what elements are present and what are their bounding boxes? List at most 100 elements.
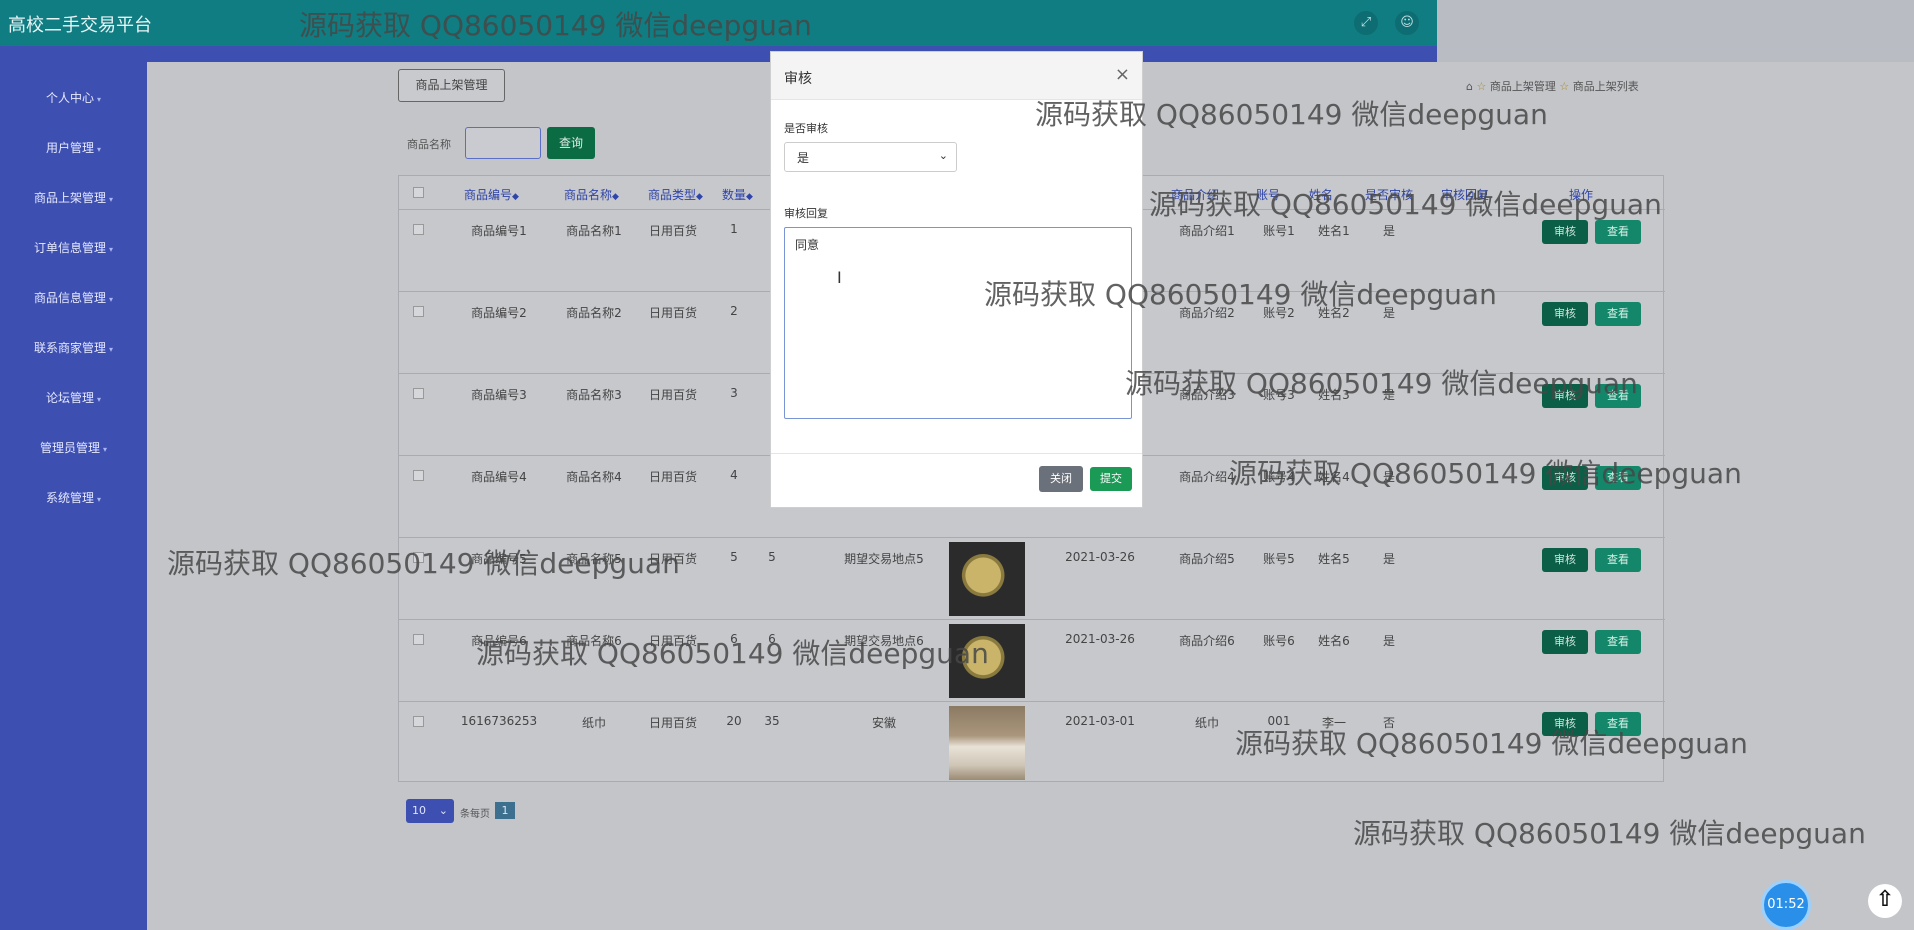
sidebar-item-products[interactable]: 商品信息管理 ▾ xyxy=(0,289,147,306)
timer-badge[interactable]: 01:52 xyxy=(1761,880,1811,930)
cell-code: 商品编号5 xyxy=(471,552,527,566)
chevron-down-icon: ▾ xyxy=(97,95,102,104)
cell-price: 5 xyxy=(768,550,776,564)
cell-account: 账号5 xyxy=(1263,552,1295,566)
header-strip xyxy=(0,46,1437,62)
chevron-down-icon: ▾ xyxy=(97,145,102,154)
audit-status-select[interactable]: 是 ⌄ xyxy=(784,142,957,172)
cell-audited: 是 xyxy=(1382,224,1395,238)
page-size-select[interactable]: 10 ⌄ xyxy=(406,799,454,823)
cell-type: 日用百货 xyxy=(648,470,697,484)
view-button[interactable]: 查看 xyxy=(1595,466,1641,490)
header-reply[interactable]: 审核回复 xyxy=(1441,186,1489,203)
sort-icon: ◆ xyxy=(512,192,519,202)
sidebar-item-listing[interactable]: 商品上架管理 ▾ xyxy=(0,189,147,206)
cell-account: 账号4 xyxy=(1263,470,1295,484)
header-person[interactable]: 姓名 xyxy=(1309,186,1333,203)
cell-person: 姓名6 xyxy=(1318,634,1350,648)
header-qty[interactable]: 数量◆ xyxy=(722,186,753,203)
sidebar-item-personal-center[interactable]: 个人中心 ▾ xyxy=(0,89,147,106)
breadcrumb-level2: 商品上架列表 xyxy=(1572,80,1639,93)
row-checkbox[interactable] xyxy=(413,470,424,481)
audit-button[interactable]: 审核 xyxy=(1542,548,1588,572)
page-button-1[interactable]: 1 xyxy=(495,802,515,819)
audit-button[interactable]: 审核 xyxy=(1542,466,1588,490)
header-name[interactable]: 商品名称◆ xyxy=(564,186,619,203)
select-all-checkbox[interactable] xyxy=(413,187,424,198)
view-button[interactable]: 查看 xyxy=(1595,630,1641,654)
product-thumbnail xyxy=(949,624,1025,698)
sidebar-item-forum[interactable]: 论坛管理 ▾ xyxy=(0,389,147,406)
cell-price: 35 xyxy=(764,714,780,728)
section-button[interactable]: 商品上架管理 xyxy=(398,69,505,102)
cell-audited: 是 xyxy=(1382,470,1395,484)
cell-account: 账号2 xyxy=(1263,306,1295,320)
chevron-down-icon: ▾ xyxy=(109,295,114,304)
row-checkbox[interactable] xyxy=(413,634,424,645)
cell-qty: 2 xyxy=(730,304,738,318)
cell-date: 2021-03-26 xyxy=(1065,632,1135,646)
chevron-down-icon: ▾ xyxy=(97,495,102,504)
cell-audited: 是 xyxy=(1382,634,1395,648)
audit-button[interactable]: 审核 xyxy=(1542,712,1588,736)
chevron-down-icon: ▾ xyxy=(109,345,114,354)
view-button[interactable]: 查看 xyxy=(1595,302,1641,326)
view-button[interactable]: 查看 xyxy=(1595,384,1641,408)
row-checkbox[interactable] xyxy=(413,716,424,727)
table-row: 商品编号5 商品名称5 日用百货 5 5 期望交易地点5 2021-03-26 商品介绍5 账号… xyxy=(399,537,1665,619)
sort-icon: ◆ xyxy=(696,192,703,202)
header-intro[interactable]: 商品介绍 xyxy=(1171,186,1219,203)
audit-button[interactable]: 审核 xyxy=(1542,384,1588,408)
view-button[interactable]: 查看 xyxy=(1595,548,1641,572)
cell-intro: 商品介绍2 xyxy=(1179,306,1235,320)
close-button[interactable]: 关闭 xyxy=(1039,466,1083,492)
header-account[interactable]: 账号 xyxy=(1256,186,1280,203)
cell-price: 6 xyxy=(768,632,776,646)
close-icon[interactable]: × xyxy=(1115,64,1130,85)
view-button[interactable]: 查看 xyxy=(1595,220,1641,244)
sidebar-item-users[interactable]: 用户管理 ▾ xyxy=(0,139,147,156)
row-checkbox[interactable] xyxy=(413,306,424,317)
sidebar-item-orders[interactable]: 订单信息管理 ▾ xyxy=(0,239,147,256)
search-input[interactable] xyxy=(465,127,541,159)
cell-code: 商品编号4 xyxy=(471,470,527,484)
audit-button[interactable]: 审核 xyxy=(1542,302,1588,326)
user-icon[interactable]: ☺ xyxy=(1395,11,1419,35)
row-checkbox[interactable] xyxy=(413,388,424,399)
sidebar-item-admins[interactable]: 管理员管理 ▾ xyxy=(0,439,147,456)
cell-intro: 商品介绍1 xyxy=(1179,224,1235,238)
header-actions: 操作 xyxy=(1569,188,1594,202)
audit-button[interactable]: 审核 xyxy=(1542,630,1588,654)
sidebar-item-contact[interactable]: 联系商家管理 ▾ xyxy=(0,339,147,356)
header-code[interactable]: 商品编号◆ xyxy=(464,186,519,203)
home-icon[interactable]: ⌂ xyxy=(1466,80,1473,93)
expand-icon[interactable]: ⤢ xyxy=(1354,11,1378,35)
query-button[interactable]: 查询 xyxy=(547,127,595,159)
view-button[interactable]: 查看 xyxy=(1595,712,1641,736)
cell-intro: 商品介绍3 xyxy=(1179,388,1235,402)
row-checkbox[interactable] xyxy=(413,224,424,235)
cell-qty: 1 xyxy=(730,222,738,236)
modal-header: 审核 × xyxy=(771,52,1142,100)
cell-code: 1616736253 xyxy=(460,714,538,728)
row-checkbox[interactable] xyxy=(413,552,424,563)
submit-button[interactable]: 提交 xyxy=(1090,467,1132,491)
cell-type: 日用百货 xyxy=(648,552,697,566)
header-audited[interactable]: 是否审核 xyxy=(1365,186,1413,203)
scroll-top-icon[interactable]: ⇧ xyxy=(1868,884,1902,918)
cell-place: 安徽 xyxy=(871,716,896,730)
header-type[interactable]: 商品类型◆ xyxy=(648,186,703,203)
sidebar: 个人中心 ▾ 用户管理 ▾ 商品上架管理 ▾ 订单信息管理 ▾ 商品信息管理 ▾ 联系商家… xyxy=(0,46,147,930)
breadcrumb-level1[interactable]: 商品上架管理 xyxy=(1490,80,1556,93)
audit-modal: 审核 × 是否审核 是 ⌄ 审核回复 同意 I 关闭 提交 xyxy=(770,51,1143,508)
table-row: 商品编号6 商品名称6 日用百货 6 6 期望交易地点6 2021-03-26 商品介绍6 账号… xyxy=(399,619,1665,701)
cell-account: 001 xyxy=(1267,714,1291,728)
cell-person: 姓名4 xyxy=(1318,470,1350,484)
sidebar-item-system[interactable]: 系统管理 ▾ xyxy=(0,489,147,506)
cell-account: 账号1 xyxy=(1263,224,1295,238)
chevron-down-icon: ⌄ xyxy=(438,804,448,817)
sort-icon: ◆ xyxy=(746,192,753,202)
audit-button[interactable]: 审核 xyxy=(1542,220,1588,244)
search-label: 商品名称 xyxy=(407,138,451,151)
audit-reply-textarea[interactable]: 同意 xyxy=(784,227,1132,419)
